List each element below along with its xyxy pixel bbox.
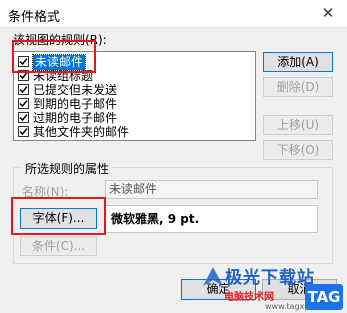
add-button[interactable]: 添加(A) <box>263 52 333 72</box>
highlight-box-font-button <box>11 197 106 235</box>
rule-properties-label: 所选规则的属性 <box>22 160 113 177</box>
rule-label: 其他文件夹的邮件 <box>33 125 130 139</box>
rule-checkbox[interactable] <box>18 98 29 109</box>
highlight-box-rule <box>12 40 96 73</box>
rule-checkbox[interactable] <box>18 84 29 95</box>
watermark-logo-icon <box>200 264 226 293</box>
watermark-subtitle: 电脑技术网 <box>224 292 274 303</box>
delete-button[interactable]: 删除(D) <box>263 77 333 97</box>
name-field[interactable]: 未读邮件 <box>105 180 318 199</box>
move-up-button[interactable]: 上移(U) <box>263 115 333 135</box>
rule-label: 到期的电子邮件 <box>33 97 118 111</box>
watermark-brand: 极光下载站 <box>225 268 315 288</box>
condition-button[interactable]: 条件(C)... <box>20 236 97 256</box>
watermark-tag: TAG <box>305 284 343 310</box>
rule-label: 过期的电子邮件 <box>33 111 118 125</box>
close-button[interactable]: ✕ <box>315 2 341 24</box>
font-preview: 微软雅黑, 9 pt. <box>105 205 318 233</box>
rule-checkbox[interactable] <box>18 126 29 137</box>
rule-checkbox[interactable] <box>18 112 29 123</box>
rule-label: 已提交但未发送 <box>33 83 118 97</box>
move-down-button[interactable]: 下移(O) <box>263 140 333 160</box>
window-title: 条件格式 <box>8 10 61 25</box>
